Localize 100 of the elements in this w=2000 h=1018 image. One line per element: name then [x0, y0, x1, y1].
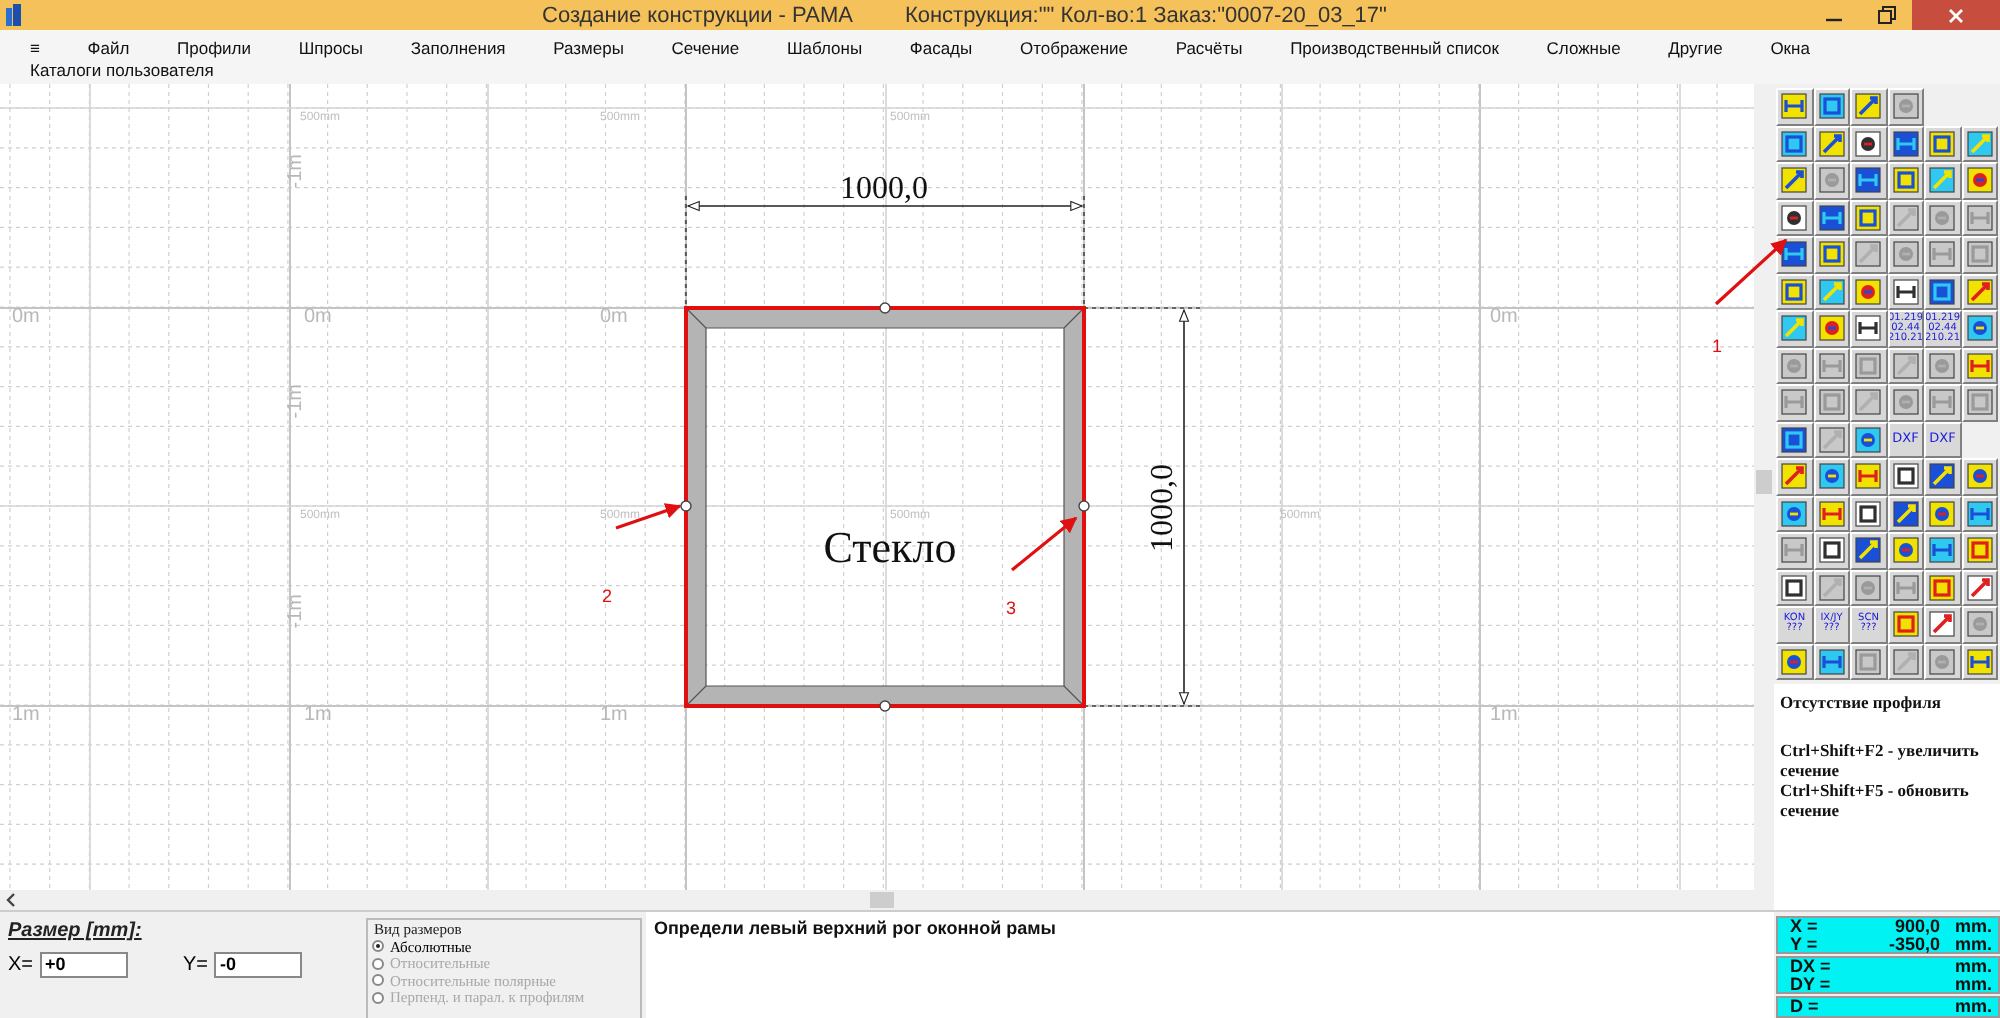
tool-icon [1965, 462, 1994, 491]
tool-button[interactable] [1924, 273, 1961, 310]
y-input[interactable]: -0 [214, 952, 303, 978]
close-button[interactable] [1912, 0, 2000, 30]
axis-label: 1m [1490, 704, 1518, 726]
menu-item[interactable]: Профили [177, 36, 252, 60]
tool-icon [1891, 462, 1920, 491]
menu-item[interactable]: Заполнения [410, 36, 506, 60]
tool-icon [1854, 425, 1883, 454]
tool-icon [1854, 462, 1883, 491]
tool-button[interactable] [1776, 125, 1813, 162]
scroll-left-icon[interactable] [4, 892, 20, 908]
tool-icon [1891, 203, 1920, 232]
tool-icon [1817, 499, 1846, 528]
tool-icon [1854, 647, 1883, 676]
tool-button[interactable] [1850, 199, 1887, 236]
tool-icon [1928, 462, 1957, 491]
restore-icon [1877, 6, 1895, 24]
close-icon [1948, 7, 1964, 23]
menu-item[interactable]: Файл [87, 36, 130, 60]
menu-item[interactable]: Сложные [1546, 36, 1621, 60]
tool-icon [1928, 166, 1957, 195]
tool-button[interactable] [1961, 310, 1998, 347]
tool-icon [1780, 92, 1809, 121]
menu-item[interactable]: Производственный список [1290, 36, 1499, 60]
tool-button[interactable] [1887, 162, 1924, 199]
tool-button[interactable] [1776, 643, 1813, 680]
tool-icon [1780, 499, 1809, 528]
unit-label: mm. [1952, 935, 1992, 952]
tool-button[interactable] [1924, 125, 1961, 162]
menu-item[interactable]: ≡ [30, 36, 40, 60]
menu-item[interactable]: Сечение [671, 36, 740, 60]
tool-button[interactable] [1850, 88, 1887, 125]
radio-button[interactable] [372, 940, 384, 953]
tool-button[interactable] [1887, 532, 1924, 569]
tool-button[interactable] [1813, 458, 1850, 495]
tool-button[interactable] [1776, 199, 1813, 236]
tool-button[interactable] [1776, 421, 1813, 458]
x-input[interactable]: +0 [39, 952, 128, 978]
menu-item[interactable]: Окна [1770, 36, 1810, 60]
tool-button[interactable] [1961, 162, 1998, 199]
menu-item[interactable]: Размеры [553, 36, 624, 60]
menu-item[interactable]: Шаблоны [786, 36, 863, 60]
tool-icon [1965, 203, 1994, 232]
tool-button[interactable] [1850, 421, 1887, 458]
tool-button[interactable] [1776, 495, 1813, 532]
tool-icon [1965, 351, 1994, 380]
tool-button[interactable] [1776, 569, 1813, 606]
window-frame-drawing[interactable] [680, 302, 1090, 712]
tool-icon [1854, 499, 1883, 528]
y-label: Y= [183, 954, 209, 976]
tool-icon [1780, 129, 1809, 158]
tool-icon [1928, 610, 1957, 639]
tool-icon [1965, 129, 1994, 158]
tool-button[interactable] [1776, 88, 1813, 125]
tool-button[interactable] [1887, 458, 1924, 495]
tool-button[interactable] [1850, 273, 1887, 310]
shortcut-hint: Ctrl+Shift+F2 - увеличить сечение [1780, 740, 1981, 780]
tool-button[interactable] [1776, 162, 1813, 199]
menu-item[interactable]: Другие [1668, 36, 1723, 60]
tool-icon [1817, 166, 1846, 195]
tool-button[interactable] [1850, 532, 1887, 569]
menu-item[interactable]: Шпросы [298, 36, 364, 60]
menu-item[interactable]: Расчёты [1175, 36, 1243, 60]
tool-icon [1817, 203, 1846, 232]
tool-button[interactable] [1924, 458, 1961, 495]
tool-icon [1928, 573, 1957, 602]
unit-label: mm. [1952, 958, 1992, 975]
tool-button[interactable] [1850, 125, 1887, 162]
tool-button[interactable] [1776, 273, 1813, 310]
menu-item[interactable]: Отображение [1019, 36, 1128, 60]
tool-button[interactable] [1961, 458, 1998, 495]
tool-button[interactable] [1813, 532, 1850, 569]
coordinate-label: X = [1788, 918, 1820, 935]
tool-button[interactable] [1813, 236, 1850, 273]
axis-label: 0m [304, 306, 332, 328]
tool-button[interactable] [1813, 88, 1850, 125]
tool-button[interactable] [1776, 236, 1813, 273]
tool-button[interactable] [1924, 495, 1961, 532]
tool-icon [1780, 425, 1809, 454]
tool-button[interactable] [1924, 532, 1961, 569]
tool-button[interactable] [1850, 495, 1887, 532]
tool-icon [1891, 277, 1920, 306]
annotation-arrow [1011, 516, 1078, 572]
app-icon [6, 4, 22, 26]
scroll-thumb[interactable] [1756, 470, 1772, 494]
scroll-thumb[interactable] [870, 892, 894, 908]
menu-item[interactable]: Фасады [909, 36, 973, 60]
window-title: Создание конструкции - РАМА [542, 3, 853, 27]
tool-button[interactable] [1813, 310, 1850, 347]
tool-icon [1854, 573, 1883, 602]
tool-icon [1780, 462, 1809, 491]
tool-button[interactable] [1850, 162, 1887, 199]
axis-label: 1m [304, 704, 332, 726]
axis-label: 1m [12, 704, 40, 726]
tool-icon [1817, 240, 1846, 269]
axis-label: -1m [285, 154, 308, 189]
tool-button[interactable] [1850, 310, 1887, 347]
axis-label: -1m [285, 594, 308, 629]
menu-item[interactable]: Каталоги пользователя [30, 60, 214, 80]
